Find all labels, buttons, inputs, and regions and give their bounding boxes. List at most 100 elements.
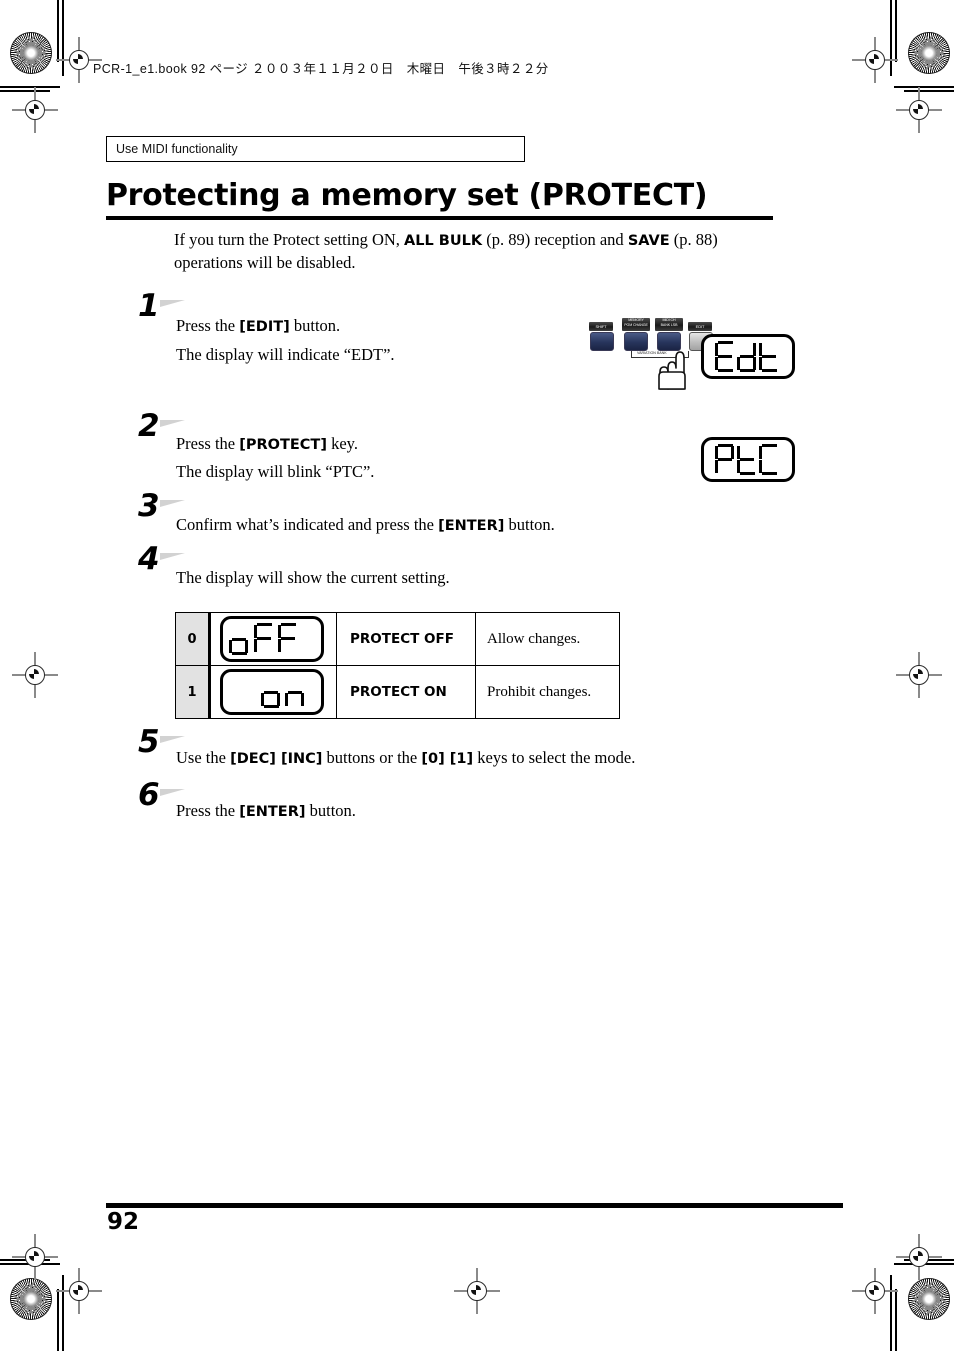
crop-mark-bl-v2 bbox=[62, 1275, 64, 1351]
step-5-line-1: Use the [DEC] [INC] buttons or the [0] [… bbox=[176, 747, 635, 770]
seven-seg-char-C bbox=[759, 444, 781, 476]
step-5-text-mid: buttons or the bbox=[322, 748, 422, 767]
crop-mark-tr-h2 bbox=[904, 90, 954, 92]
registration-target-lower-left bbox=[12, 1234, 58, 1280]
step-3-line-1: Confirm what’s indicated and press the [… bbox=[176, 514, 555, 537]
step-1-line-1: Press the [EDIT] button. bbox=[176, 315, 340, 338]
table-cell-mode-off: PROTECT OFF bbox=[336, 612, 476, 666]
step-number-6: 6 bbox=[138, 777, 160, 813]
step-5-text-pre: Use the bbox=[176, 748, 231, 767]
registration-rosette-top-left bbox=[10, 32, 52, 74]
lcd-display-on bbox=[220, 669, 324, 715]
device-button-shift bbox=[590, 332, 614, 351]
step-2-line-1: Press the [PROTECT] key. bbox=[176, 433, 358, 456]
seven-seg-char-n bbox=[285, 676, 309, 708]
footer-rule bbox=[106, 1203, 843, 1208]
running-head-label: Use MIDI functionality bbox=[116, 142, 238, 156]
step-number-5: 5 bbox=[138, 724, 160, 760]
lcd-display-edt bbox=[701, 334, 795, 379]
intro-bold-save: SAVE bbox=[627, 233, 670, 249]
lcd-display-off bbox=[220, 616, 324, 662]
step-3-key-enter: [ENTER] bbox=[438, 518, 505, 534]
step-3-text-post: button. bbox=[504, 515, 555, 534]
step-number-2: 2 bbox=[138, 408, 160, 444]
intro-bold-all-bulk: ALL BULK bbox=[404, 233, 483, 249]
step-6-key-enter: [ENTER] bbox=[239, 804, 306, 820]
lcd-edt-characters bbox=[704, 341, 792, 373]
registration-target-upper-right bbox=[896, 87, 942, 133]
page-title: Protecting a memory set (PROTECT) bbox=[106, 178, 708, 213]
seven-seg-char-E bbox=[715, 341, 737, 373]
step-1-text-pre: Press the bbox=[176, 316, 240, 335]
table-cell-value-1: 1 bbox=[175, 665, 210, 719]
step-5-keys-0-1: [0] [1] bbox=[421, 751, 474, 767]
registration-rosette-top-right bbox=[908, 32, 950, 74]
crop-mark-tl-h bbox=[0, 86, 60, 88]
table-cell-desc-off: Allow changes. bbox=[475, 612, 620, 666]
seven-seg-char-d bbox=[737, 341, 759, 373]
title-underline-rule bbox=[106, 216, 773, 220]
step-6-text-pre: Press the bbox=[176, 801, 240, 820]
crop-mark-br-v2 bbox=[890, 1275, 892, 1351]
step-number-1: 1 bbox=[138, 288, 160, 324]
page-number: 92 bbox=[107, 1209, 140, 1235]
lcd-display-ptc bbox=[701, 437, 795, 482]
seven-seg-char-o bbox=[229, 623, 253, 656]
registration-target-mid-right bbox=[896, 652, 942, 698]
step-wedge-5 bbox=[160, 736, 185, 743]
registration-target-bottom-left bbox=[56, 1268, 102, 1314]
seven-seg-char-P bbox=[715, 444, 737, 475]
device-button-label-edit: EDIT bbox=[688, 322, 712, 331]
lcd-off-characters bbox=[223, 623, 321, 656]
seven-seg-char-F1 bbox=[253, 623, 277, 655]
crop-mark-br-h2 bbox=[904, 1259, 954, 1261]
crop-mark-tl-h2 bbox=[0, 90, 50, 92]
step-6-line-1: Press the [ENTER] button. bbox=[176, 800, 356, 823]
seven-seg-char-F2 bbox=[277, 623, 301, 655]
device-button-label-shift: SHIFT bbox=[589, 322, 613, 331]
table-cell-desc-on: Prohibit changes. bbox=[475, 665, 620, 719]
crop-mark-bl-h2 bbox=[0, 1259, 50, 1261]
running-head-box: Use MIDI functionality bbox=[106, 136, 525, 162]
protect-settings-table: 0 PROTECT OFF Allow changes. 1 PROTECT O… bbox=[175, 612, 620, 719]
registration-target-upper-left bbox=[12, 87, 58, 133]
step-5-text-post: keys to select the mode. bbox=[473, 748, 636, 767]
step-number-4: 4 bbox=[138, 541, 160, 577]
crop-mark-tr-h bbox=[894, 86, 954, 88]
table-cell-value-0: 0 bbox=[175, 612, 210, 666]
registration-target-mid-left bbox=[12, 652, 58, 698]
seven-seg-char-t bbox=[759, 341, 781, 373]
crop-mark-br-h bbox=[894, 1263, 954, 1265]
table-cell-display-on bbox=[208, 665, 337, 719]
registration-target-bottom-center bbox=[454, 1268, 500, 1314]
seven-seg-char-t2 bbox=[737, 444, 759, 476]
step-number-3: 3 bbox=[138, 488, 160, 524]
device-button-label-midi-ch: MIDI CH BANK LSB bbox=[655, 318, 683, 331]
step-5-keys-dec-inc: [DEC] [INC] bbox=[230, 751, 323, 767]
table-cell-display-off bbox=[208, 612, 337, 666]
table-row: 1 PROTECT ON Prohibit changes. bbox=[175, 665, 620, 719]
step-2-line-2: The display will blink “PTC”. bbox=[176, 462, 375, 481]
lcd-ptc-characters bbox=[704, 444, 792, 476]
crop-mark-tl-v2 bbox=[62, 0, 64, 76]
registration-rosette-bottom-right bbox=[908, 1278, 950, 1320]
step-2-text-pre: Press the bbox=[176, 434, 240, 453]
step-3-text-pre: Confirm what’s indicated and press the bbox=[176, 515, 439, 534]
step-wedge-6 bbox=[160, 789, 185, 796]
step-wedge-3 bbox=[160, 500, 185, 507]
crop-mark-tl-v bbox=[57, 0, 59, 62]
step-wedge-1 bbox=[160, 300, 185, 307]
registration-target-top-left bbox=[56, 37, 102, 83]
step-6-text-post: button. bbox=[305, 801, 356, 820]
seven-seg-char-o2 bbox=[261, 676, 285, 709]
step-4-line-1: The display will show the current settin… bbox=[176, 568, 450, 587]
crop-mark-bl-v bbox=[57, 1289, 59, 1351]
hand-pointing-icon bbox=[655, 346, 695, 390]
step-wedge-2 bbox=[160, 420, 185, 427]
registration-target-top-right bbox=[852, 37, 898, 83]
device-button-label-memory: MEMORY PGM CHANGE bbox=[622, 318, 650, 331]
crop-mark-br-v bbox=[895, 1289, 897, 1351]
step-wedge-4 bbox=[160, 553, 185, 560]
step-1-key-edit: [EDIT] bbox=[239, 319, 290, 335]
intro-text-part1: If you turn the Protect setting ON, bbox=[174, 230, 405, 249]
